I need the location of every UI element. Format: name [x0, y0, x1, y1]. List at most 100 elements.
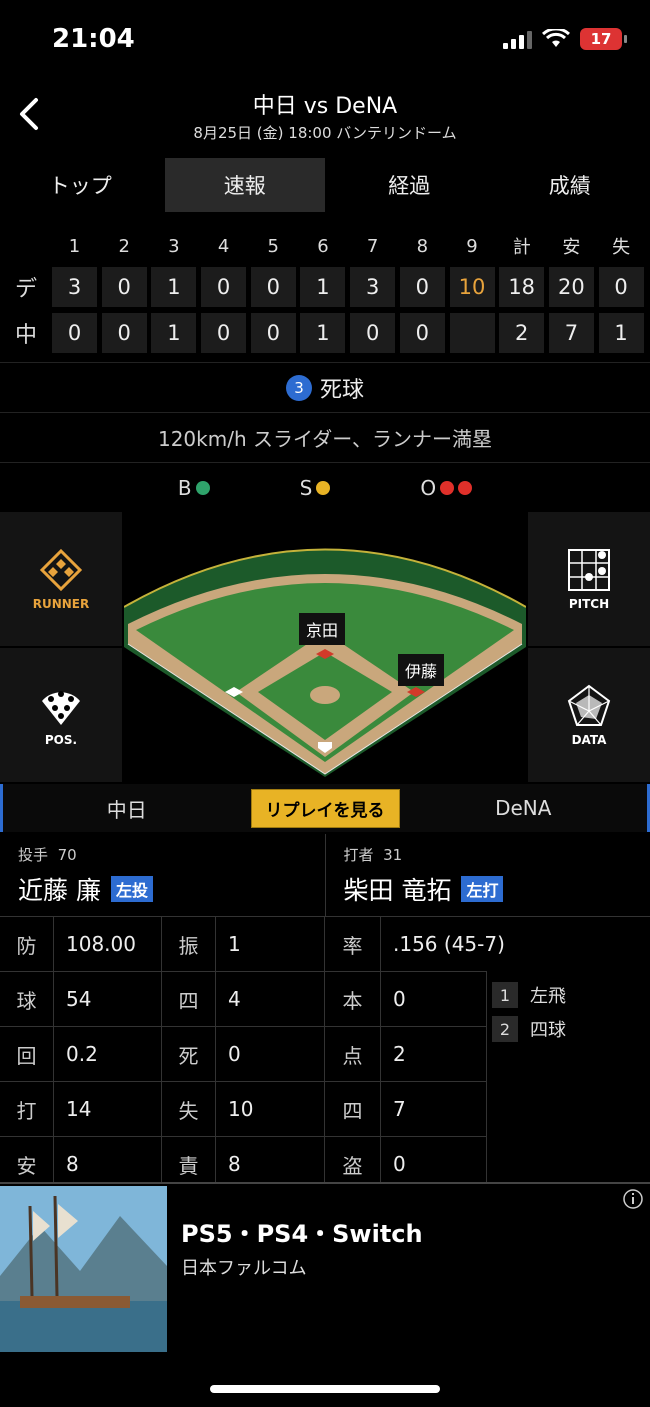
game-subtitle: 8月25日 (金) 18:00 バンテリンドーム [193, 124, 457, 142]
tab-live[interactable]: 速報 [164, 158, 325, 212]
inning-header: 6 [317, 235, 329, 257]
team-abbr: 中 [14, 323, 37, 348]
scoreboard-row-dena: デ 3 0 1 0 0 1 3 0 10 18 20 0 [0, 264, 650, 310]
tab-progress[interactable]: 経過 [329, 158, 490, 212]
stat-key: 四 [162, 971, 216, 1026]
inning-score: 0 [52, 313, 97, 353]
replay-button[interactable]: リプレイを見る [250, 788, 400, 828]
inning-header: 2 [118, 235, 130, 257]
inning-score: 1 [151, 267, 197, 307]
stat-key: 率 [325, 916, 381, 971]
batter-hand-badge: 左打 [461, 876, 504, 902]
total-runs-header: 計 [512, 237, 531, 258]
tab-top[interactable]: トップ [0, 158, 161, 212]
inning-score: 0 [250, 313, 296, 353]
batter-name[interactable]: 柴田 竜拓 [344, 871, 452, 907]
team-right: DeNA [495, 796, 552, 820]
stat-value: 108.00 [54, 916, 162, 971]
stat-value: 0 [216, 1026, 325, 1081]
stat-key: 球 [0, 971, 54, 1026]
stat-value: 2 [381, 1026, 487, 1081]
stats-table: 防 108.00 振 1 球 54 四 4 回 0.2 死 0 打 14 失 1… [0, 916, 650, 1191]
play-result-text: 死球 [319, 377, 364, 403]
inning-score: 0 [250, 267, 296, 307]
stat-key: 打 [0, 1081, 54, 1136]
positions-icon [42, 691, 80, 725]
team-abbr: デ [14, 277, 37, 302]
signal-icon [503, 29, 532, 49]
stat-key: 死 [162, 1026, 216, 1081]
inning-score: 0 [350, 313, 396, 353]
pitcher-name[interactable]: 近藤 廉 [18, 871, 101, 907]
stat-value: 0.2 [54, 1026, 162, 1081]
total-errors: 1 [598, 313, 644, 353]
play-number-badge: 3 [285, 374, 312, 401]
runner-button[interactable]: RUNNER [0, 512, 122, 646]
inning-header: 9 [466, 235, 478, 257]
pitch-info: 120km/h スライダー、ランナー満塁 [0, 412, 650, 462]
stat-key: 振 [162, 916, 216, 971]
ad-subtitle: 日本ファルコム [181, 1258, 307, 1279]
inning-header: 5 [267, 235, 279, 257]
stat-key: 防 [0, 916, 54, 971]
total-hits: 20 [548, 267, 594, 307]
errors-header: 失 [612, 237, 631, 258]
stat-value: 54 [54, 971, 162, 1026]
tab-stats[interactable]: 成績 [490, 158, 650, 212]
stat-value: 1 [216, 916, 325, 971]
inning-score: 0 [201, 267, 247, 307]
total-runs: 2 [499, 313, 545, 353]
pitcher-number: 70 [57, 846, 77, 864]
battery-icon: 17 [580, 28, 627, 50]
inning-score: 3 [52, 267, 97, 307]
ad-banner[interactable]: PS5・PS4・Switch 日本ファルコム [0, 1182, 650, 1354]
inning-score: 0 [101, 313, 147, 353]
at-bat-item: 1 左飛 [492, 978, 566, 1012]
pitcher-role: 投手 [18, 846, 49, 864]
ball-count: B [178, 476, 210, 500]
batting-average: .156 (45-7) [381, 916, 650, 971]
stat-key: 失 [162, 1081, 216, 1136]
batter-role: 打者 [343, 846, 374, 864]
inning-header: 4 [217, 235, 230, 257]
inning-score: 1 [151, 313, 197, 353]
ad-image[interactable] [0, 1186, 167, 1352]
at-bat-item: 2 四球 [492, 1012, 566, 1046]
inning-score: 3 [350, 267, 396, 307]
home-indicator[interactable] [210, 1385, 440, 1393]
count-display: B S O [0, 462, 650, 512]
hits-header: 安 [562, 237, 581, 258]
status-time: 21:04 [52, 24, 135, 54]
pitch-info-text: 120km/h スライダー、ランナー満塁 [157, 427, 492, 451]
inning-score: 0 [399, 313, 445, 353]
status-bar: 21:04 17 [0, 0, 650, 80]
inning-header: 8 [416, 235, 429, 257]
inning-score: 0 [201, 313, 247, 353]
strike-count: S [300, 476, 331, 500]
pitcher-info: 投手 70 近藤 廉左投 [0, 834, 325, 916]
data-button[interactable]: DATA [528, 648, 650, 782]
inning-score [449, 313, 495, 353]
field-area: RUNNER POS. PITCH DATA 京田 伊藤 [0, 512, 650, 782]
status-icons: 17 [503, 28, 627, 50]
positions-button[interactable]: POS. [0, 648, 122, 782]
scoreboard-header: 1 2 3 4 5 6 7 8 9 計 安 失 [0, 228, 650, 264]
baseball-field [124, 548, 526, 777]
pitch-button[interactable]: PITCH [528, 512, 650, 646]
runner-tag-first: 伊藤 [398, 654, 445, 686]
stat-value: 14 [54, 1081, 162, 1136]
team-left: 中日 [106, 797, 147, 822]
ad-info-icon[interactable] [622, 1188, 644, 1210]
inning-header: 1 [68, 235, 81, 257]
stat-value: 0 [381, 971, 487, 1026]
game-title: 中日 vs DeNA [252, 94, 398, 119]
out-dot [458, 480, 473, 495]
ad-title: PS5・PS4・Switch [181, 1220, 423, 1248]
out-count: O [420, 476, 473, 500]
ball-dot [195, 480, 210, 495]
stat-value: 4 [216, 971, 325, 1026]
header: 中日 vs DeNA 8月25日 (金) 18:00 バンテリンドーム [0, 80, 650, 152]
inning-score: 0 [399, 267, 445, 307]
tab-bar: トップ 速報 経過 成績 [0, 158, 650, 212]
scoreboard-row-chunichi: 中 0 0 1 0 0 1 0 0 2 7 1 [0, 310, 650, 356]
